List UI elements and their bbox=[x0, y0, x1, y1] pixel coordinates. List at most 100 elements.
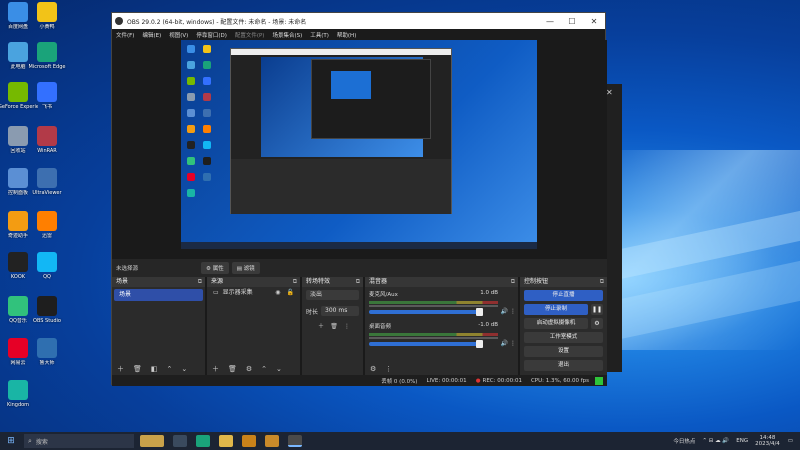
virtual-camera-button[interactable]: 启动虚拟摄像机 bbox=[524, 318, 588, 329]
task-view-icon[interactable] bbox=[173, 435, 187, 447]
monitor-icon: ▭ bbox=[213, 289, 219, 296]
stop-streaming-button[interactable]: 停止直播 bbox=[524, 290, 603, 301]
menu-view[interactable]: 视图(V) bbox=[169, 31, 188, 39]
menu-tools[interactable]: 工具(T) bbox=[310, 31, 329, 39]
menu-help[interactable]: 帮助(H) bbox=[337, 31, 356, 39]
gear-icon[interactable]: ⚙ bbox=[591, 318, 603, 329]
gear-icon[interactable]: ⚙ bbox=[246, 365, 252, 373]
app-icon bbox=[8, 126, 28, 146]
properties-button[interactable]: ⚙ 属性 bbox=[201, 262, 229, 274]
app-icon bbox=[37, 126, 57, 146]
desktop-icon[interactable]: 飞书 bbox=[27, 82, 67, 110]
app-icon bbox=[8, 380, 28, 400]
close-button[interactable]: ✕ bbox=[583, 17, 605, 26]
notification-icon[interactable]: ▭ bbox=[788, 438, 793, 444]
obs-taskbar-icon[interactable] bbox=[288, 435, 302, 447]
undock-icon[interactable]: ⧉ bbox=[293, 277, 297, 287]
app-icon bbox=[37, 42, 57, 62]
trash-icon[interactable]: 🗑 bbox=[329, 322, 339, 332]
add-icon[interactable]: ＋ bbox=[117, 364, 124, 374]
move-up-icon[interactable]: ⌃ bbox=[261, 365, 267, 373]
lock-icon[interactable]: 🔓 bbox=[287, 287, 294, 299]
undock-icon[interactable]: ⧉ bbox=[356, 277, 360, 287]
menu-docks[interactable]: 停靠窗口(D) bbox=[196, 31, 227, 39]
app-icon[interactable] bbox=[265, 435, 279, 447]
transitions-header: 转场特效 ⧉ bbox=[302, 277, 363, 287]
duration-input[interactable]: 300 ms bbox=[321, 306, 359, 316]
menu-scene-collection[interactable]: 场景集合(S) bbox=[272, 31, 302, 39]
add-icon[interactable]: ＋ bbox=[316, 322, 326, 332]
tray-icons[interactable]: ⌃ ⊟ ☁ 🔊 bbox=[702, 438, 729, 444]
desktop-icon[interactable]: Microsoft Edge bbox=[27, 42, 67, 70]
desktop-icon[interactable]: OBS Studio bbox=[27, 296, 67, 324]
more-icon[interactable]: ⋮ bbox=[385, 365, 392, 373]
speaker-icon[interactable]: 🔊 ⋮ bbox=[501, 340, 516, 347]
transitions-title: 转场特效 bbox=[306, 278, 331, 285]
move-up-icon[interactable]: ⌃ bbox=[167, 365, 173, 373]
gear-icon[interactable]: ⚙ bbox=[370, 365, 376, 373]
title-bar[interactable]: OBS 29.0.2 (64-bit, windows) - 配置文件: 未命名… bbox=[112, 13, 605, 29]
volume-slider[interactable] bbox=[369, 308, 483, 316]
app-icon bbox=[8, 42, 28, 62]
obs-window[interactable]: OBS 29.0.2 (64-bit, windows) - 配置文件: 未命名… bbox=[111, 12, 607, 386]
desktop-icon[interactable]: 迅雷 bbox=[27, 211, 67, 239]
desktop-icon[interactable]: WinRAR bbox=[27, 126, 67, 154]
controls-dock: 控制按钮 ⧉ 停止直播 停止录制 ❚❚ 启动虚拟摄像机 ⚙ 工作室模式 设置 退出 bbox=[520, 277, 607, 375]
filter-icon[interactable]: ◧ bbox=[151, 365, 158, 373]
more-icon[interactable]: ⋮ bbox=[342, 322, 352, 332]
file-explorer-icon[interactable] bbox=[219, 435, 233, 447]
close-icon[interactable]: ✕ bbox=[606, 88, 613, 97]
add-icon[interactable]: ＋ bbox=[212, 364, 219, 374]
move-down-icon[interactable]: ⌄ bbox=[276, 365, 282, 373]
studio-mode-button[interactable]: 工作室模式 bbox=[524, 332, 603, 343]
dock-area: 场景 ⧉ 场景 ＋ 🗑 ◧ ⌃ ⌄ 来源 ⧉ ▭ 显示器采集 ◉ 🔓 ＋ 🗑 ⚙ bbox=[112, 277, 607, 375]
source-item[interactable]: ▭ 显示器采集 ◉ 🔓 bbox=[207, 287, 300, 299]
edge-icon[interactable] bbox=[196, 435, 210, 447]
windows-start-icon[interactable]: ⊞ bbox=[0, 436, 22, 446]
sources-dock: 来源 ⧉ ▭ 显示器采集 ◉ 🔓 ＋ 🗑 ⚙ ⌃ ⌄ bbox=[207, 277, 302, 375]
desktop-icon-label: QQ bbox=[43, 274, 51, 280]
filters-button[interactable]: ▤ 滤镜 bbox=[231, 262, 260, 274]
app-icon bbox=[8, 82, 28, 102]
desktop-icon-label: UltraViewer bbox=[32, 190, 62, 196]
desktop-icon[interactable]: 鲁大师 bbox=[27, 338, 67, 366]
app-icon bbox=[8, 338, 28, 358]
game-icon[interactable] bbox=[140, 435, 164, 447]
preview-canvas[interactable] bbox=[181, 40, 537, 249]
settings-button[interactable]: 设置 bbox=[524, 346, 603, 357]
undock-icon[interactable]: ⧉ bbox=[600, 277, 604, 287]
scene-item[interactable]: 场景 bbox=[114, 289, 203, 301]
desktop-icon[interactable]: UltraViewer bbox=[27, 168, 67, 196]
channel-db: -1.0 dB bbox=[478, 322, 498, 328]
minimize-button[interactable]: — bbox=[539, 17, 561, 26]
desktop-icon-label: 迅雷 bbox=[41, 233, 52, 239]
move-down-icon[interactable]: ⌄ bbox=[181, 365, 187, 373]
news-label[interactable]: 今日热点 bbox=[673, 437, 695, 445]
menu-file[interactable]: 文件(F) bbox=[116, 31, 134, 39]
source-name: 显示器采集 bbox=[222, 289, 253, 296]
desktop-icon[interactable]: 小黄鸭 bbox=[27, 2, 67, 30]
app-icon[interactable] bbox=[242, 435, 256, 447]
transition-select[interactable]: 淡出 bbox=[306, 290, 359, 300]
language-indicator[interactable]: ENG bbox=[736, 438, 748, 444]
maximize-button[interactable]: ☐ bbox=[561, 17, 583, 26]
undock-icon[interactable]: ⧉ bbox=[511, 277, 515, 287]
desktop-icon[interactable]: Kingdom bbox=[0, 380, 38, 408]
menu-profile[interactable]: 配置文件(P) bbox=[235, 31, 265, 39]
stop-recording-button[interactable]: 停止录制 bbox=[524, 304, 588, 315]
exit-button[interactable]: 退出 bbox=[524, 360, 603, 371]
menu-edit[interactable]: 编辑(E) bbox=[142, 31, 161, 39]
volume-meter bbox=[369, 301, 498, 304]
clock[interactable]: 14:48 2023/4/4 bbox=[755, 435, 780, 447]
volume-slider[interactable] bbox=[369, 340, 483, 348]
pause-icon[interactable]: ❚❚ bbox=[591, 304, 603, 315]
undock-icon[interactable]: ⧉ bbox=[198, 277, 202, 287]
trash-icon[interactable]: 🗑 bbox=[133, 365, 142, 373]
speaker-icon[interactable]: 🔊 ⋮ bbox=[501, 308, 516, 315]
desktop-icon[interactable]: QQ bbox=[27, 252, 67, 280]
mixer-header: 混音器 ⧉ bbox=[365, 277, 518, 287]
trash-icon[interactable]: 🗑 bbox=[228, 365, 237, 373]
eye-icon[interactable]: ◉ bbox=[275, 287, 280, 299]
search-box[interactable]: ⌕ 搜索 bbox=[24, 434, 134, 448]
status-bar: 丢帧 0 (0.0%) LIVE: 00:00:01 ● REC: 00:00:… bbox=[112, 375, 607, 386]
